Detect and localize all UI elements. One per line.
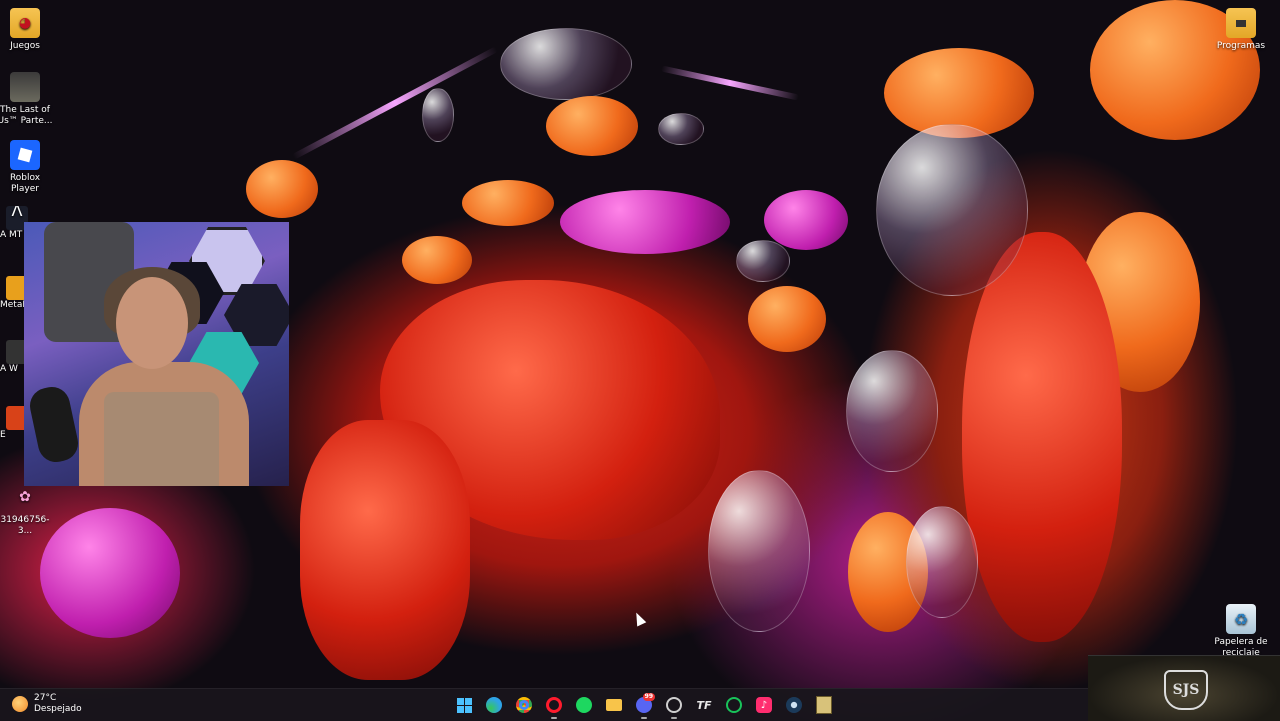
xbox-icon <box>726 697 742 713</box>
sun-icon <box>12 696 28 712</box>
tiktok-icon: ♪ <box>756 697 772 713</box>
taskbar-xbox[interactable] <box>722 693 746 717</box>
desktop-icon-the-last-of-us[interactable]: The Last of Us™ Parte... <box>0 72 55 127</box>
game-app-icon <box>816 696 832 714</box>
tf-icon: TF <box>696 698 712 712</box>
webcam-overlay <box>24 222 289 486</box>
desktop-icon-label: Juegos <box>10 41 40 51</box>
stream-overlay-logo: SJS <box>1088 655 1280 721</box>
folder-icon: ◕ <box>10 8 40 38</box>
desktop-icon-label: The Last of Us™ Parte... <box>0 105 53 126</box>
desktop-icon-recycle-bin[interactable]: ♻ Papelera de reciclaje <box>1211 604 1271 659</box>
wallpaper-blob <box>748 286 826 352</box>
taskbar-discord[interactable]: 99 <box>632 693 656 719</box>
taskbar-tf[interactable]: TF <box>692 693 716 717</box>
file-explorer-icon <box>606 699 622 711</box>
taskbar-obs[interactable] <box>662 693 686 719</box>
recycle-bin-icon: ♻ <box>1226 604 1256 634</box>
desktop-icon-juegos[interactable]: ◕ Juegos <box>0 8 55 52</box>
folder-icon <box>1226 8 1256 38</box>
desktop-icon-file[interactable]: ✿ 31946756-3... <box>0 482 55 537</box>
edge-icon <box>486 697 502 713</box>
desktop-icon-label: E <box>0 430 6 440</box>
windows-icon <box>456 697 472 713</box>
weather-widget[interactable]: 27°C Despejado <box>12 693 82 715</box>
opera-icon <box>546 697 562 713</box>
webcam-person <box>116 277 188 369</box>
steam-icon <box>786 697 802 713</box>
wallpaper-blob <box>500 28 632 100</box>
wallpaper-streak <box>660 65 800 101</box>
taskbar-spotify[interactable] <box>572 693 596 717</box>
wallpaper-blob <box>560 190 730 254</box>
roblox-icon <box>10 140 40 170</box>
channel-logo: SJS <box>1164 670 1208 710</box>
taskbar-opera[interactable] <box>542 693 566 719</box>
game-shortcut-icon <box>10 72 40 102</box>
webcam-person <box>104 392 219 486</box>
wallpaper-blob <box>736 240 790 282</box>
weather-temp: 27°C <box>34 693 57 703</box>
wallpaper-blob <box>906 506 978 618</box>
desktop-icon-programas[interactable]: Programas <box>1211 8 1271 52</box>
wallpaper-blob <box>422 88 454 142</box>
spotify-icon <box>576 697 592 713</box>
taskbar-file-explorer[interactable] <box>602 693 626 717</box>
webcam-microphone <box>26 383 82 466</box>
wallpaper-blob <box>462 180 554 226</box>
wallpaper-blob <box>708 470 810 632</box>
wallpaper-streak <box>292 46 498 160</box>
wallpaper-blob <box>764 190 848 250</box>
image-file-icon: ✿ <box>19 488 31 505</box>
desktop-icon-label: 31946756-3... <box>0 515 50 536</box>
wallpaper-blob <box>546 96 638 156</box>
obs-icon <box>666 697 682 713</box>
desktop-icon-label: Roblox Player <box>9 173 41 194</box>
desktop-icon-roblox[interactable]: Roblox Player <box>0 140 55 195</box>
taskbar-apps: 99 TF ♪ <box>452 693 836 719</box>
desktop-icon-label: A W <box>0 364 18 374</box>
taskbar-chrome[interactable] <box>512 693 536 717</box>
weather-condition: Despejado <box>34 704 82 714</box>
taskbar-tiktok[interactable]: ♪ <box>752 693 776 717</box>
wallpaper-blob <box>876 124 1028 296</box>
taskbar-edge[interactable] <box>482 693 506 717</box>
taskbar-game-app[interactable] <box>812 693 836 717</box>
wallpaper-blob <box>300 420 470 680</box>
wallpaper-blob <box>658 113 704 145</box>
notification-badge: 99 <box>642 693 655 701</box>
wallpaper-blob <box>402 236 472 284</box>
taskbar-steam[interactable] <box>782 693 806 717</box>
wallpaper-blob <box>40 508 180 638</box>
wallpaper-blob <box>846 350 938 472</box>
desktop-icon-label: A MT <box>0 230 23 240</box>
start-button[interactable] <box>452 693 476 717</box>
chrome-icon <box>516 697 532 713</box>
desktop-icon-label: Programas <box>1216 41 1266 51</box>
wallpaper-blob <box>962 232 1122 642</box>
wallpaper-blob <box>246 160 318 218</box>
